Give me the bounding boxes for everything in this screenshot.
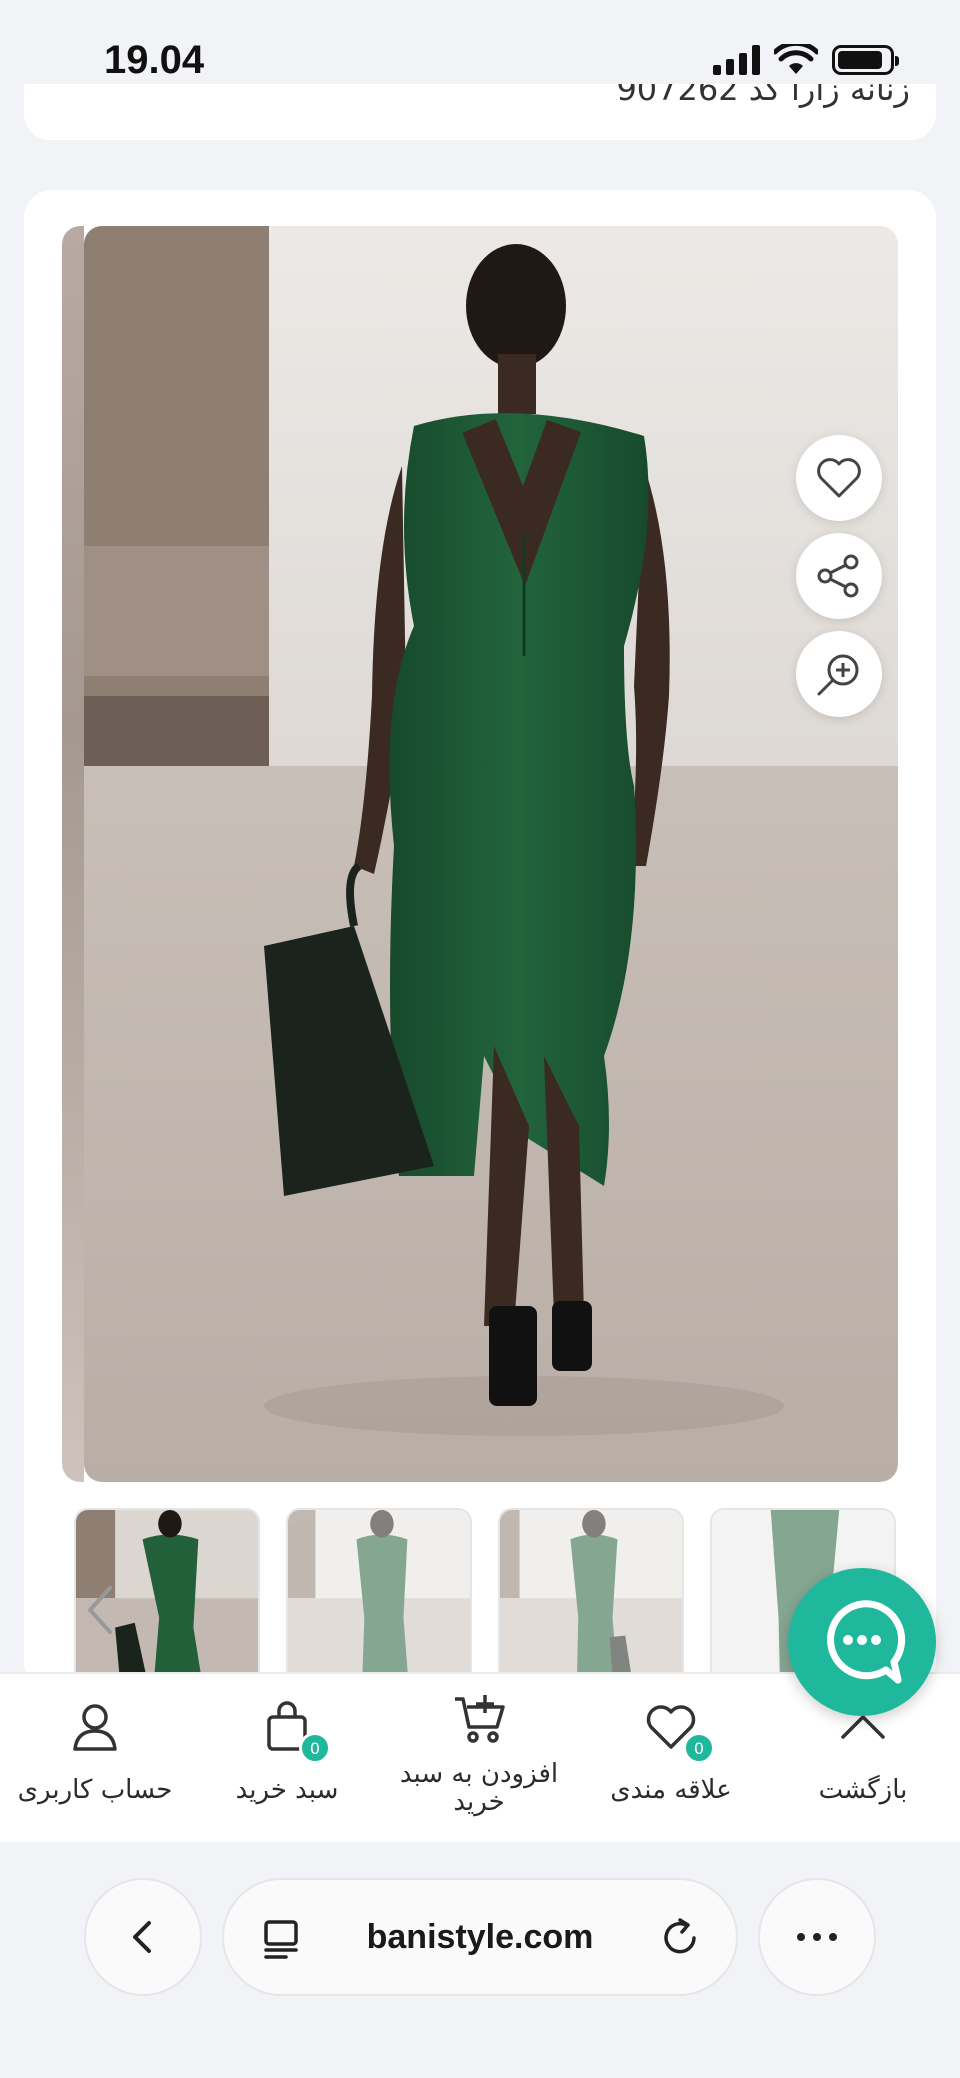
nav-cart-label: سبد خرید xyxy=(235,1775,339,1805)
status-icons xyxy=(713,44,899,76)
status-time: 19.04 xyxy=(104,38,205,82)
browser-back-button[interactable] xyxy=(84,1878,202,1996)
chat-button[interactable] xyxy=(788,1568,936,1716)
zoom-in-icon xyxy=(817,654,859,696)
user-icon xyxy=(73,1704,117,1751)
more-icon xyxy=(797,1933,837,1941)
previous-slide-edge xyxy=(62,226,84,1482)
heart-icon xyxy=(817,458,861,498)
share-icon xyxy=(817,554,859,598)
battery-icon xyxy=(832,45,899,75)
cart-count-badge: 0 xyxy=(299,1732,331,1764)
chat-icon xyxy=(827,1600,906,1684)
nav-add-to-cart[interactable]: افزودن به سبد خرید xyxy=(384,1674,574,1844)
browser-more-button[interactable] xyxy=(758,1878,876,1996)
status-bar: 19.04 xyxy=(0,0,960,84)
wifi-icon xyxy=(774,44,818,74)
chevron-left-icon[interactable] xyxy=(80,1580,120,1640)
add-to-cart-icon xyxy=(455,1695,505,1743)
nav-wishlist-label: علاقه مندی xyxy=(610,1775,732,1805)
wishlist-button[interactable] xyxy=(796,435,882,521)
reload-icon[interactable] xyxy=(658,1916,702,1960)
thumbnail-2[interactable] xyxy=(286,1508,472,1690)
nav-account-label: حساب کاربری xyxy=(17,1775,173,1805)
nav-back-label: بازگشت xyxy=(818,1775,908,1805)
nav-add-to-cart-label: افزودن به سبد خرید xyxy=(399,1759,559,1817)
product-card xyxy=(24,190,936,1690)
zoom-button[interactable] xyxy=(796,631,882,717)
image-gallery[interactable] xyxy=(62,226,898,1482)
url-bar[interactable]: banistyle.com xyxy=(222,1878,738,1996)
product-main-image[interactable] xyxy=(84,226,898,1482)
nav-wishlist[interactable]: 0 علاقه مندی xyxy=(576,1674,766,1844)
share-button[interactable] xyxy=(796,533,882,619)
thumbnail-3[interactable] xyxy=(498,1508,684,1690)
wishlist-count-badge: 0 xyxy=(683,1732,715,1764)
browser-toolbar: banistyle.com xyxy=(0,1842,960,2078)
signal-icon xyxy=(713,45,760,75)
nav-cart[interactable]: 0 سبد خرید xyxy=(192,1674,382,1844)
nav-account[interactable]: حساب کاربری xyxy=(0,1674,190,1844)
chevron-left-icon xyxy=(133,1921,151,1953)
